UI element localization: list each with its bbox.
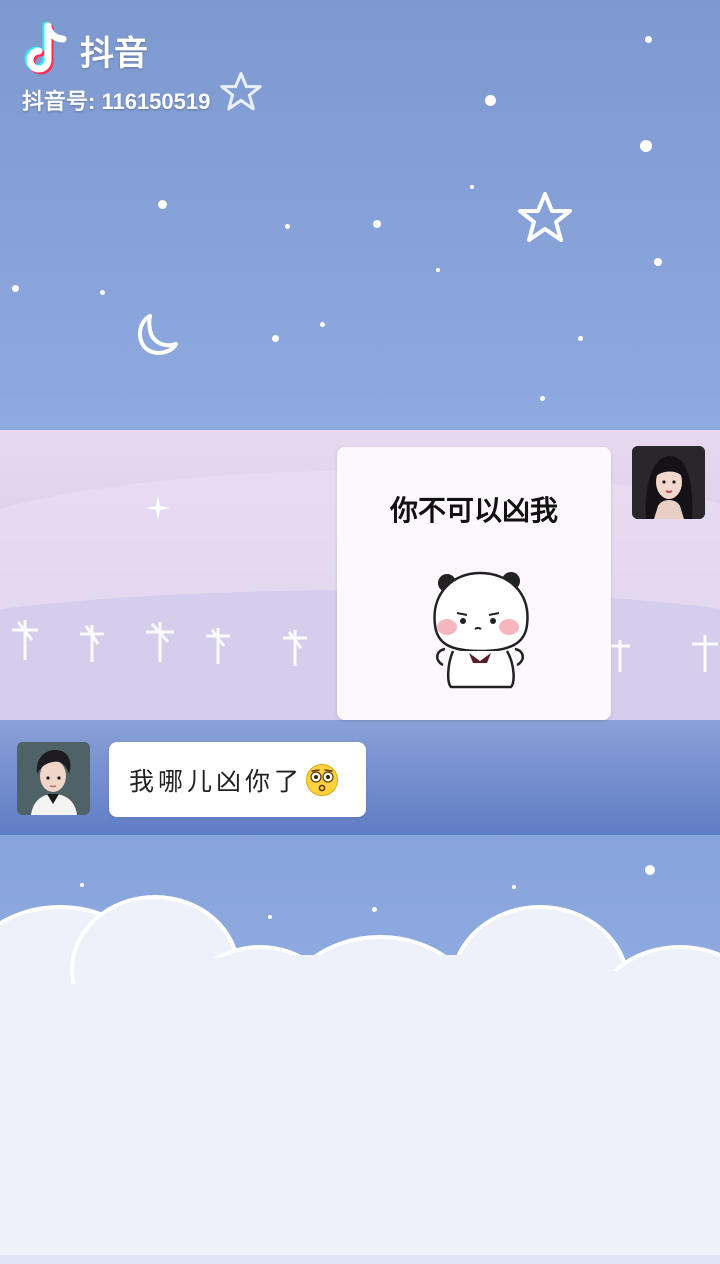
- flushed-face-emoji: [306, 763, 339, 796]
- star-dot: [372, 907, 377, 912]
- star-dot: [654, 258, 662, 266]
- star-dot: [268, 915, 272, 919]
- star-outline-icon: [220, 72, 262, 111]
- star-dot: [645, 865, 655, 875]
- star-dot: [285, 224, 290, 229]
- star-dot: [540, 396, 545, 401]
- star-dot: [640, 140, 652, 152]
- star-dot: [512, 885, 516, 889]
- avatar-girl-image: [632, 446, 705, 519]
- star-dot: [645, 36, 652, 43]
- star-dot: [80, 883, 84, 887]
- star-dot: [158, 200, 167, 209]
- avatar-boy-image: [17, 742, 90, 815]
- star-dot: [436, 268, 440, 272]
- star-dot: [470, 185, 474, 189]
- star-dot: [100, 290, 105, 295]
- douyin-note-icon: [24, 22, 67, 75]
- avatar-boy[interactable]: [17, 742, 90, 815]
- star-dot: [578, 336, 583, 341]
- sparkle-icon: [146, 496, 170, 520]
- text-message-bubble[interactable]: 我哪儿凶你了: [109, 742, 366, 817]
- star-dot: [272, 335, 279, 342]
- app-name: 抖音: [80, 33, 148, 74]
- account-id: 抖音号: 116150519: [22, 89, 211, 114]
- message-text: 我哪儿凶你了: [129, 766, 304, 796]
- cloud-puff: [0, 955, 720, 1255]
- background-cloud-scene: [0, 835, 720, 1264]
- star-dot: [320, 322, 325, 327]
- sticker-message-bubble[interactable]: 你不可以凶我: [337, 447, 611, 720]
- star-dot: [373, 220, 381, 228]
- star-dot: [12, 285, 19, 292]
- crescent-moon-icon: [138, 314, 178, 355]
- douyin-watermark: 抖音 抖音号: 116150519: [22, 22, 210, 116]
- star-dot: [485, 95, 496, 106]
- sticker-caption: 你不可以凶我: [389, 494, 558, 527]
- star-outline-icon: [518, 192, 572, 242]
- panda-bear-sticker: [433, 571, 529, 689]
- avatar-girl[interactable]: [632, 446, 705, 519]
